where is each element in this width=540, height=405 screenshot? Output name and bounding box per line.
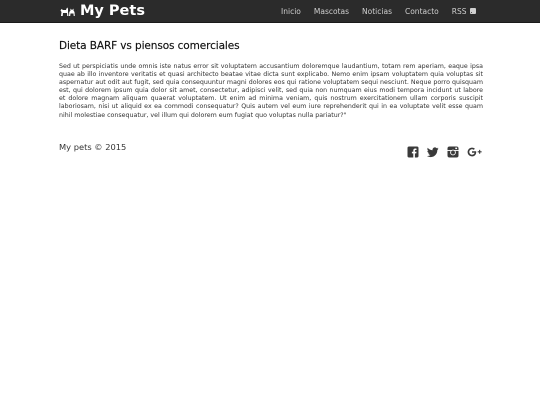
copyright-text: My pets © 2015 xyxy=(59,142,127,152)
nav-item-label: Mascotas xyxy=(313,6,350,16)
nav-item-contacto[interactable]: Contacto xyxy=(398,0,445,22)
brand-title: My Pets xyxy=(80,3,145,19)
nav-item-mascotas[interactable]: Mascotas xyxy=(307,0,355,22)
nav-item-inicio[interactable]: Inicio xyxy=(275,0,308,22)
article-title: Dieta BARF vs piensos comerciales xyxy=(59,40,240,52)
pets-logo-icon xyxy=(60,6,76,17)
social-links xyxy=(407,143,483,158)
twitter-icon[interactable] xyxy=(427,143,439,158)
nav-item-label: Inicio xyxy=(281,6,301,16)
footer: My pets © 2015 xyxy=(59,142,483,158)
nav-item-label: Contacto xyxy=(404,6,439,16)
nav-item-label: Noticias xyxy=(362,6,392,16)
main-nav: Inicio Mascotas Noticias Contacto RSS xyxy=(275,0,482,22)
brand-link[interactable]: My Pets xyxy=(60,0,145,22)
nav-item-rss[interactable]: RSS xyxy=(445,0,482,22)
facebook-icon[interactable] xyxy=(407,143,419,158)
nav-item-noticias[interactable]: Noticias xyxy=(356,0,399,22)
article-body: Sed ut perspiciatis unde omnis iste natu… xyxy=(59,63,483,119)
article: Dieta BARF vs piensos comerciales Sed ut… xyxy=(59,40,483,120)
instagram-icon[interactable] xyxy=(447,143,459,158)
google-plus-icon[interactable] xyxy=(467,143,483,157)
top-navbar: My Pets Inicio Mascotas Noticias Contact… xyxy=(0,0,540,23)
nav-item-label: RSS xyxy=(451,6,467,16)
rss-icon xyxy=(469,8,476,14)
